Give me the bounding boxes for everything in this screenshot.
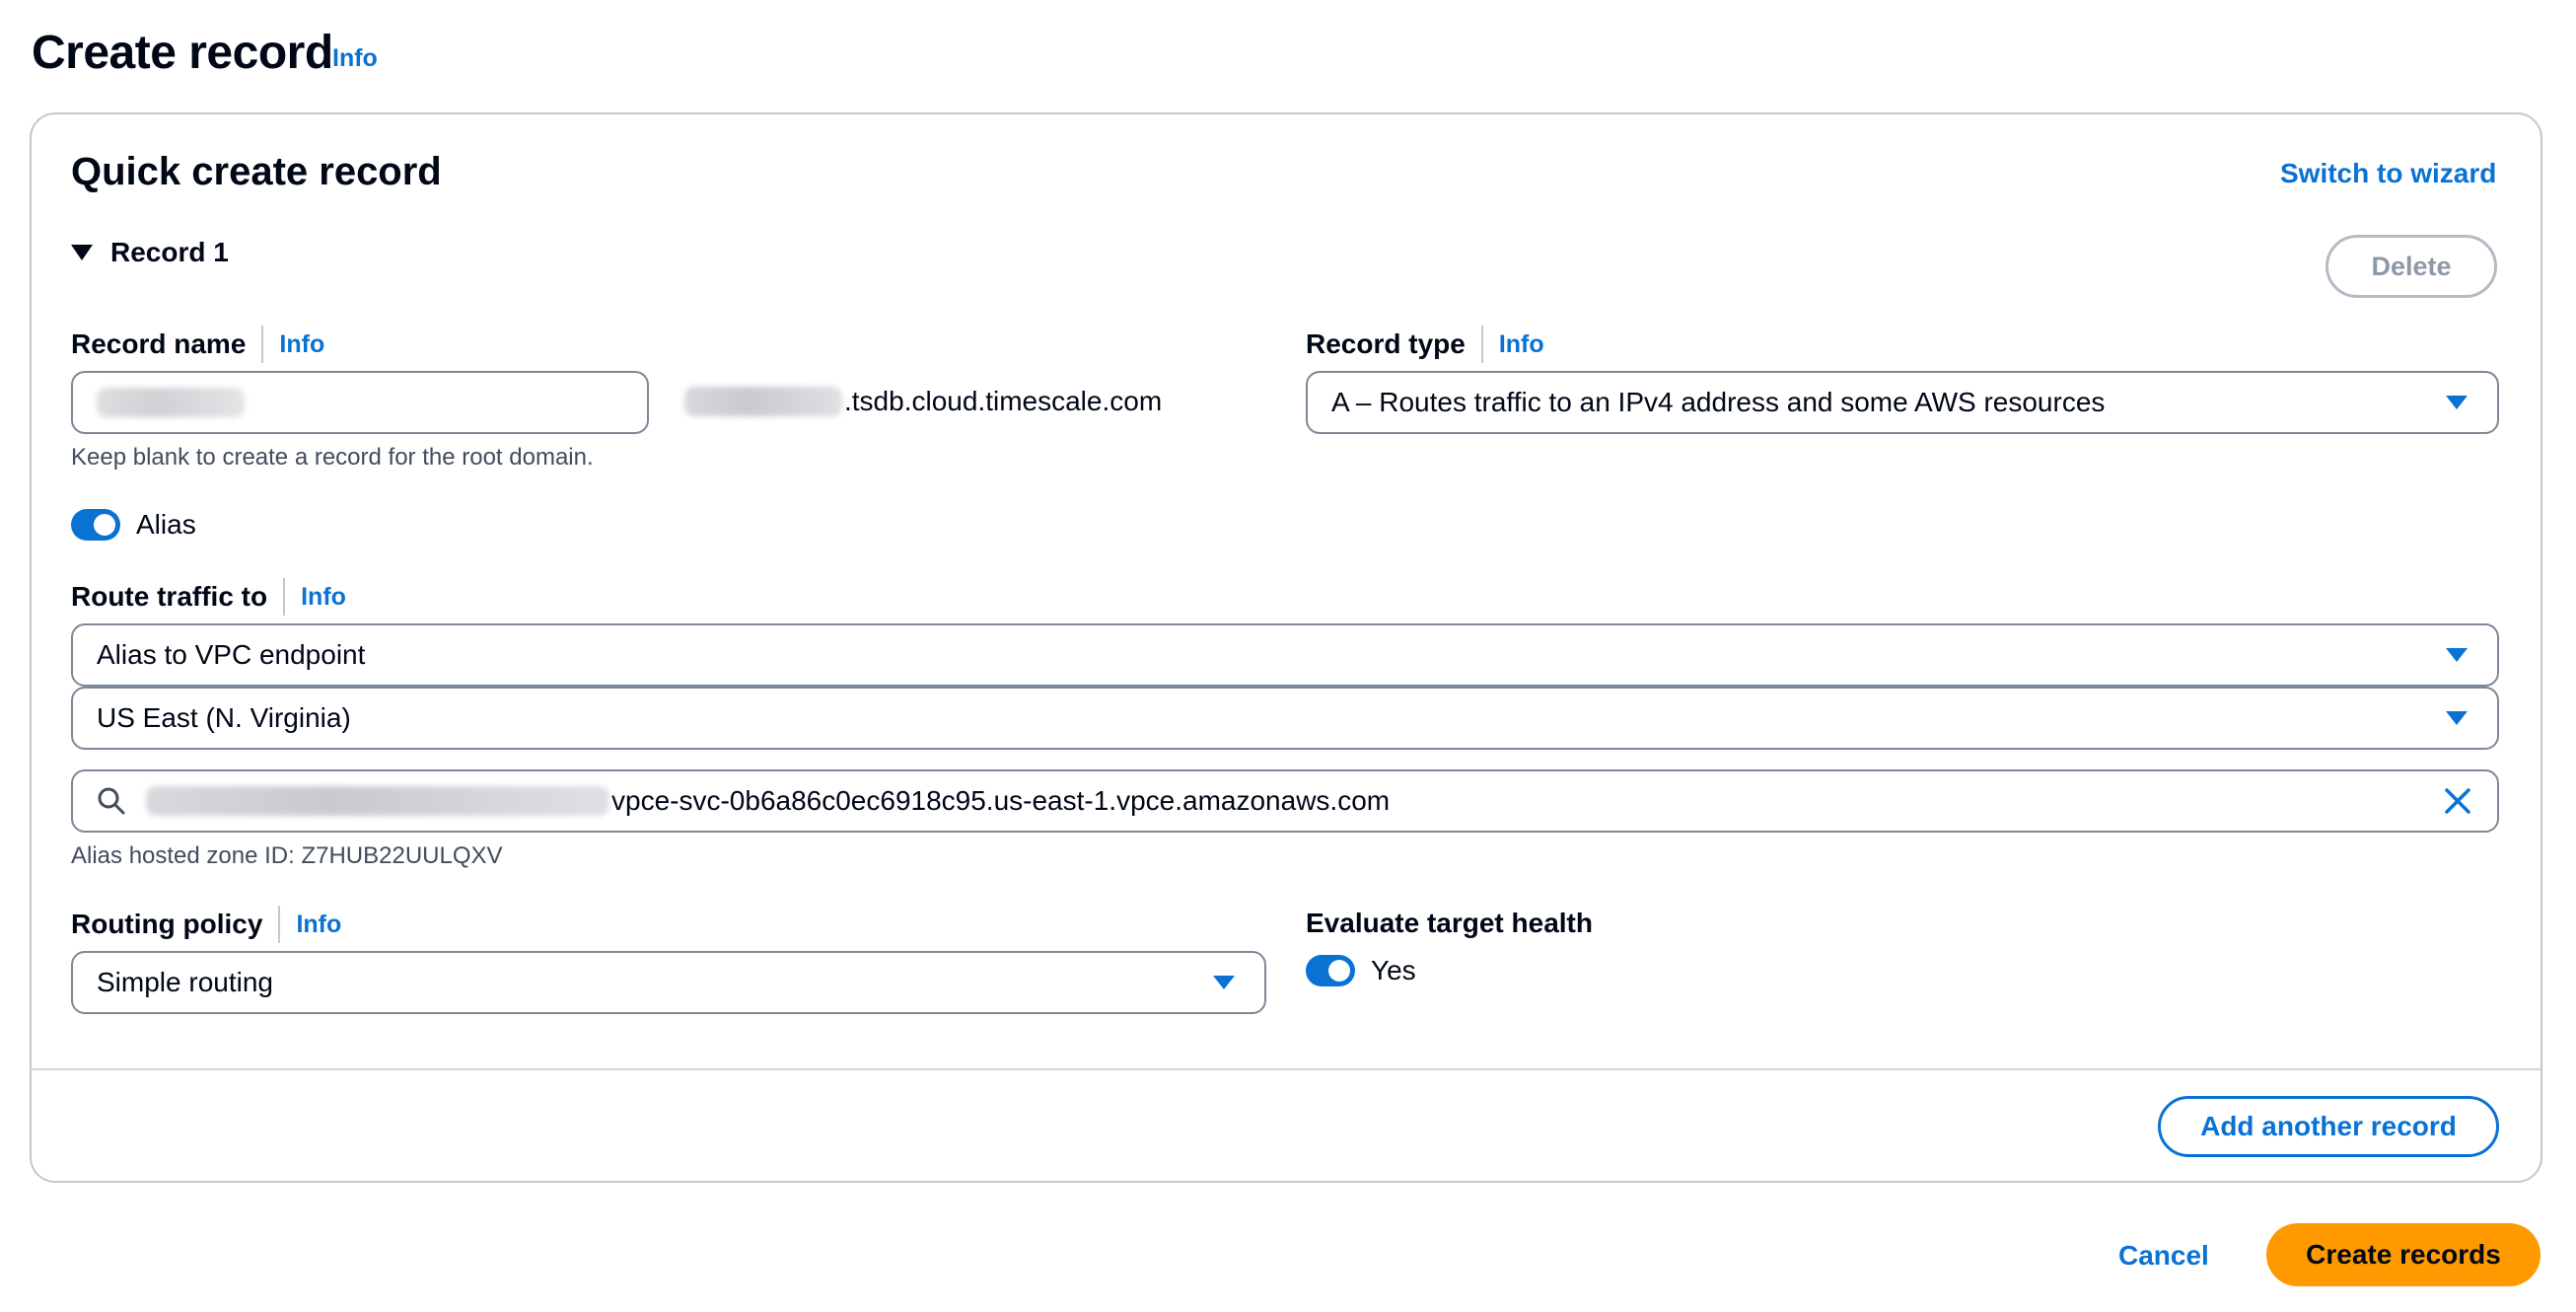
routing-policy-label-text: Routing policy xyxy=(71,909,263,939)
dropdown-arrow-icon xyxy=(1213,976,1235,989)
endpoint-search-value: vpce-svc-0b6a86c0ec6918c95.us-east-1.vpc… xyxy=(611,785,1391,816)
route-traffic-label-text: Route traffic to xyxy=(71,581,268,612)
evaluate-health-label: Evaluate target health xyxy=(1306,908,1593,938)
delete-button[interactable]: Delete xyxy=(2326,235,2497,298)
alias-toggle[interactable] xyxy=(71,509,120,541)
routing-policy-info-link[interactable]: Info xyxy=(296,907,341,942)
record-type-select[interactable]: A – Routes traffic to an IPv4 address an… xyxy=(1306,371,2499,434)
hosted-zone-id: Alias hosted zone ID: Z7HUB22UULQXV xyxy=(71,842,503,869)
alias-toggle-row: Alias xyxy=(71,509,196,541)
add-another-record-button[interactable]: Add another record xyxy=(2158,1096,2499,1157)
close-icon[interactable] xyxy=(2444,787,2471,815)
endpoint-type-select[interactable]: Alias to VPC endpoint xyxy=(71,623,2499,687)
cancel-button[interactable]: Cancel xyxy=(2118,1238,2209,1274)
evaluate-health-toggle[interactable] xyxy=(1306,955,1355,986)
page-title: Create record xyxy=(32,27,333,79)
search-icon xyxy=(98,787,125,815)
record-name-input[interactable] xyxy=(71,371,649,434)
record-expander[interactable]: Record 1 xyxy=(71,235,229,270)
caret-down-icon xyxy=(71,245,93,260)
route-traffic-label: Route traffic to Info xyxy=(71,578,346,616)
label-separator xyxy=(1480,326,1483,363)
domain-suffix: .tsdb.cloud.timescale.com xyxy=(684,383,1162,420)
record-name-hint: Keep blank to create a record for the ro… xyxy=(71,444,594,471)
evaluate-health-toggle-row: Yes xyxy=(1306,955,1416,986)
dropdown-arrow-icon xyxy=(2446,648,2468,662)
region-select[interactable]: US East (N. Virginia) xyxy=(71,687,2499,750)
record-name-info-link[interactable]: Info xyxy=(279,327,324,362)
label-separator xyxy=(283,578,286,616)
record-type-label-text: Record type xyxy=(1306,328,1466,359)
redacted-endpoint-prefix xyxy=(146,786,609,816)
record-type-value: A – Routes traffic to an IPv4 address an… xyxy=(1331,387,2106,417)
evaluate-health-toggle-label: Yes xyxy=(1371,955,1416,985)
alias-label: Alias xyxy=(136,509,196,540)
redacted-record-name xyxy=(97,388,245,417)
panel-footer-divider xyxy=(31,1068,2541,1070)
endpoint-type-value: Alias to VPC endpoint xyxy=(97,639,366,670)
dropdown-arrow-icon xyxy=(2446,396,2468,409)
label-separator xyxy=(278,906,281,943)
record-name-label-text: Record name xyxy=(71,328,247,359)
record-type-label: Record type Info xyxy=(1306,326,1544,363)
record-type-info-link[interactable]: Info xyxy=(1499,327,1544,362)
routing-policy-label: Routing policy Info xyxy=(71,906,341,943)
page-info-link[interactable]: Info xyxy=(332,44,378,73)
panel-title: Quick create record xyxy=(71,150,442,193)
label-separator xyxy=(261,326,264,363)
redacted-subdomain xyxy=(684,387,842,416)
region-value: US East (N. Virginia) xyxy=(97,702,351,733)
routing-policy-select[interactable]: Simple routing xyxy=(71,951,1266,1014)
routing-policy-value: Simple routing xyxy=(97,967,273,997)
dropdown-arrow-icon xyxy=(2446,711,2468,725)
record-expander-label: Record 1 xyxy=(110,237,229,267)
create-records-button[interactable]: Create records xyxy=(2266,1223,2540,1286)
route-traffic-info-link[interactable]: Info xyxy=(301,579,346,615)
endpoint-search-input[interactable]: vpce-svc-0b6a86c0ec6918c95.us-east-1.vpc… xyxy=(71,769,2499,833)
switch-to-wizard-link[interactable]: Switch to wizard xyxy=(2280,156,2496,191)
domain-suffix-text: .tsdb.cloud.timescale.com xyxy=(844,386,1163,416)
record-name-label: Record name Info xyxy=(71,326,324,363)
